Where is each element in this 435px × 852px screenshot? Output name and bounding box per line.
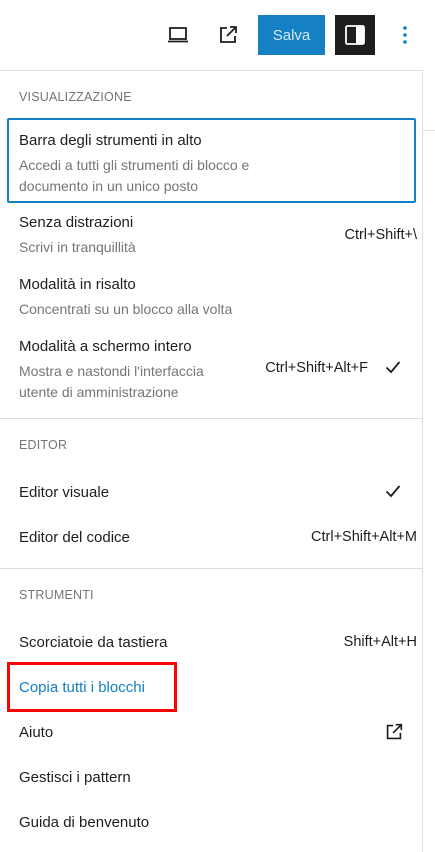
check-icon	[385, 485, 401, 498]
menu-item-desc: Scrivi in tranquillità	[19, 239, 136, 255]
external-link-icon	[386, 723, 403, 740]
menu-item-keyboard-shortcuts[interactable]: Scorciatoie da tastiera	[19, 634, 167, 651]
highlight-box	[7, 662, 177, 712]
desktop-preview-icon[interactable]	[160, 17, 196, 53]
shortcut-label: Shift+Alt+H	[343, 634, 417, 650]
menu-item-manage-patterns[interactable]: Gestisci i pattern	[19, 769, 131, 786]
shortcut-label: Ctrl+Shift+Alt+M	[311, 529, 417, 545]
menu-item-distraction-free[interactable]: Senza distrazioni	[19, 214, 133, 231]
menu-divider	[0, 568, 423, 569]
section-title-editor: EDITOR	[19, 438, 68, 452]
menu-item-welcome-guide[interactable]: Guida di benvenuto	[19, 814, 149, 831]
menu-item-fullscreen-mode[interactable]: Modalità a schermo intero	[19, 338, 192, 355]
editor-header: Salva	[0, 0, 435, 70]
menu-item-spotlight-mode[interactable]: Modalità in risalto	[19, 276, 136, 293]
menu-item-visual-editor[interactable]: Editor visuale	[19, 484, 109, 501]
menu-item-desc: Concentrati su un blocco alla volta	[19, 301, 233, 317]
external-view-icon[interactable]	[210, 17, 246, 53]
save-button[interactable]: Salva	[258, 15, 325, 55]
shortcut-label: Ctrl+Shift+\	[344, 227, 417, 243]
shortcut-label: Ctrl+Shift+Alt+F	[265, 360, 368, 376]
menu-item-label: Barra degli strumenti in alto	[19, 132, 202, 149]
background-panel	[423, 130, 435, 852]
more-vertical-icon[interactable]	[388, 17, 422, 53]
menu-item-help[interactable]: Aiuto	[19, 724, 53, 741]
menu-item-desc: Mostra e nastondi l'interfaccia	[19, 363, 204, 379]
section-title-tools: STRUMENTI	[19, 588, 94, 602]
section-title-view: VISUALIZZAZIONE	[19, 90, 132, 104]
menu-divider	[0, 418, 423, 419]
menu-item-desc: documento in un unico posto	[19, 178, 199, 194]
sidebar-settings-icon[interactable]	[335, 15, 375, 55]
menu-item-desc: Accedi a tutti gli strumenti di blocco e	[19, 157, 250, 173]
check-icon	[385, 361, 401, 374]
menu-item-code-editor[interactable]: Editor del codice	[19, 529, 130, 546]
menu-item-desc: utente di amministrazione	[19, 384, 179, 400]
